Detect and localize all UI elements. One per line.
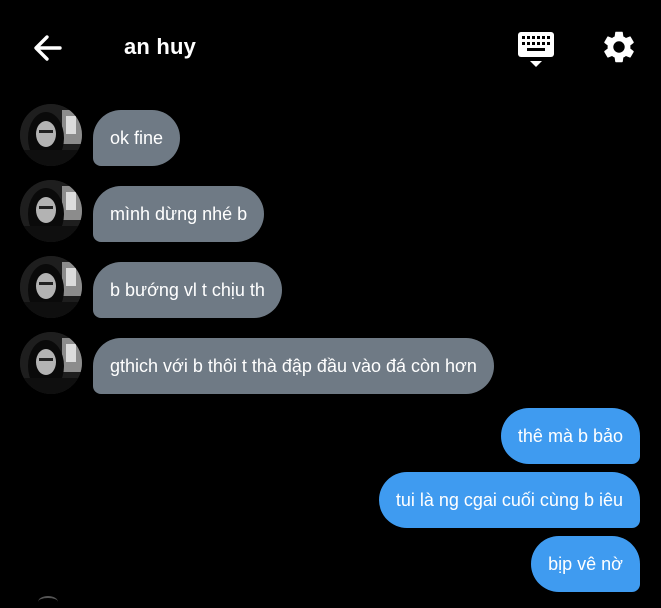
message-bubble[interactable]: thê mà b bảo: [500, 408, 640, 464]
message-bubble[interactable]: bịp vê nờ: [531, 536, 640, 592]
partial-avatar-edge: [38, 596, 58, 608]
contact-photo-icon: [20, 104, 82, 166]
avatar[interactable]: [20, 256, 82, 318]
message-text: thê mà b bảo: [517, 426, 623, 446]
avatar[interactable]: [20, 104, 82, 166]
message-text: mình dừng nhé b: [110, 204, 248, 224]
arrow-left-icon: [34, 35, 62, 61]
message-text: bịp vê nờ: [548, 554, 623, 574]
contact-name: an huy: [124, 34, 197, 59]
message-bubble[interactable]: gthich với b thôi t thà đập đầu vào đá c…: [93, 338, 494, 394]
back-button[interactable]: [30, 30, 66, 66]
message-bubble[interactable]: b bướng vl t chịu th: [93, 262, 282, 318]
settings-button[interactable]: [600, 28, 638, 66]
message-bubble[interactable]: mình dừng nhé b: [93, 186, 265, 242]
message-bubble[interactable]: tui là ng cgai cuối cùng b iêu: [378, 472, 640, 528]
message-text: gthich với b thôi t thà đập đầu vào đá c…: [110, 356, 477, 376]
contact-photo-icon: [20, 256, 82, 318]
avatar[interactable]: [20, 180, 82, 242]
keyboard-button[interactable]: [516, 30, 558, 70]
message-text: b bướng vl t chịu th: [110, 280, 265, 300]
avatar[interactable]: [20, 332, 82, 394]
message-text: ok fine: [110, 128, 164, 148]
message-text: tui là ng cgai cuối cùng b iêu: [395, 490, 623, 510]
contact-photo-icon: [20, 180, 82, 242]
message-bubble[interactable]: ok fine: [93, 110, 181, 166]
contact-photo-icon: [20, 332, 82, 394]
chat-header: an huy: [0, 0, 661, 96]
gear-icon: [604, 31, 634, 63]
keyboard-icon: [518, 32, 554, 67]
